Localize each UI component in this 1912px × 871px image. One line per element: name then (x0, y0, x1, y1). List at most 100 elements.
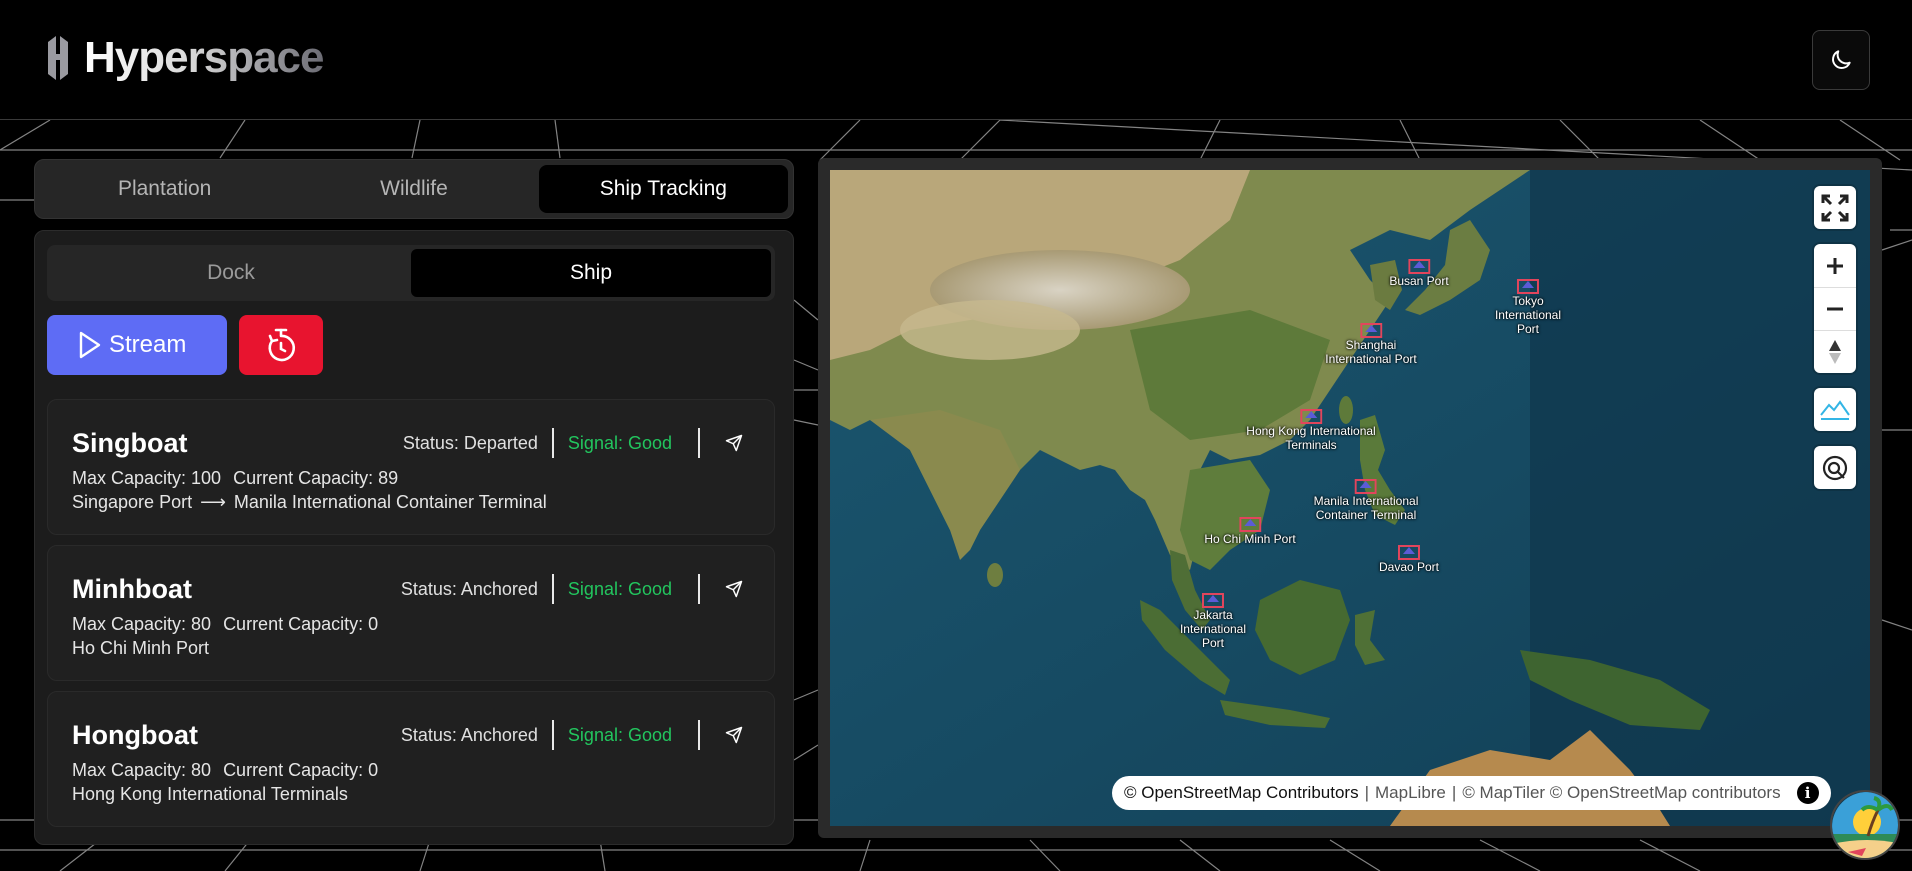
max-capacity: Max Capacity: 100 (72, 468, 222, 488)
tab-ship[interactable]: Ship (411, 249, 771, 297)
maplibre-link[interactable]: MapLibre (1375, 783, 1446, 803)
attribution-separator: | (1364, 783, 1370, 802)
zoom-out-button[interactable] (1814, 287, 1856, 330)
ship-route: Ho Chi Minh Port (72, 638, 209, 659)
ship-status: Status: Anchored (400, 724, 538, 745)
tab-wildlife[interactable]: Wildlife (289, 165, 538, 213)
zoom-out-icon (1827, 307, 1843, 311)
map-marker-tokyo[interactable]: Tokyo International Port (1495, 276, 1561, 336)
route-origin: Hong Kong International Terminals (72, 784, 348, 804)
terrain-control (1814, 388, 1856, 431)
port-icon (1239, 517, 1261, 532)
ship-name: Minhboat (72, 574, 192, 604)
assistant-avatar[interactable] (1830, 790, 1900, 860)
map-marker-davao[interactable]: Davao Port (1379, 542, 1439, 574)
current-capacity: Current Capacity: 0 (223, 760, 379, 780)
ship-capacity: Max Capacity: 80 Current Capacity: 0 (72, 614, 378, 635)
osm-attribution-link[interactable]: © OpenStreetMap Contributors (1124, 783, 1359, 803)
divider (698, 720, 700, 750)
port-label: Shanghai International Port (1325, 338, 1417, 366)
zoom-in-icon (1827, 257, 1843, 274)
app-logo[interactable]: Hyperspace (44, 32, 324, 84)
ship-status: Status: Anchored (400, 578, 538, 599)
route-arrow-icon: ⟶ (200, 492, 226, 512)
play-icon (79, 331, 101, 359)
ship-name: Singboat (72, 428, 188, 458)
port-icon (1201, 593, 1224, 608)
globe-control (1814, 446, 1856, 489)
port-icon (1398, 545, 1420, 560)
globe-icon (1822, 455, 1848, 480)
attribution-separator: | (1451, 783, 1457, 802)
zoom-controls (1814, 244, 1856, 373)
send-icon[interactable] (724, 579, 744, 599)
map-marker-busan[interactable]: Busan Port (1389, 256, 1449, 288)
maptiler-link[interactable]: © MapTiler © OpenStreetMap contributors (1462, 783, 1780, 803)
terrain-icon (1820, 399, 1850, 420)
ship-signal: Signal: Good (567, 432, 672, 453)
port-label: Hong Kong International Terminals (1246, 424, 1376, 452)
info-icon[interactable]: i (1796, 782, 1819, 804)
send-icon[interactable] (724, 725, 744, 745)
ship-route: Hong Kong International Terminals (72, 784, 348, 805)
sub-tabs: Dock Ship (47, 245, 775, 301)
map-marker-shanghai[interactable]: Shanghai International Port (1325, 320, 1417, 366)
map-view[interactable]: Busan Port Tokyo International Port Shan… (830, 170, 1870, 826)
ship-signal: Signal: Good (567, 578, 672, 599)
app-name: Hyperspace (84, 33, 324, 82)
ship-signal: Signal: Good (567, 724, 672, 745)
ship-status-row: Status: Anchored Signal: Good (401, 574, 744, 604)
port-label: Manila International Container Terminal (1313, 494, 1419, 522)
ship-card[interactable]: Minhboat Status: Anchored Signal: Good M… (47, 545, 775, 681)
moon-icon (1832, 50, 1851, 69)
port-label: Davao Port (1378, 560, 1440, 574)
stream-button-label: Stream (109, 331, 187, 358)
ship-status-row: Status: Departed Signal: Good (403, 428, 744, 458)
compass-button[interactable] (1814, 330, 1856, 373)
zoom-in-button[interactable] (1814, 244, 1856, 287)
map-marker-jakarta[interactable]: Jakarta International Port (1180, 590, 1246, 650)
compass-icon (1829, 340, 1841, 364)
current-capacity: Current Capacity: 0 (223, 614, 379, 634)
tab-dock[interactable]: Dock (51, 249, 411, 297)
ship-status: Status: Departed (402, 432, 538, 453)
fullscreen-icon (1821, 194, 1849, 221)
port-icon (1359, 323, 1382, 338)
stream-button[interactable]: Stream (47, 315, 227, 375)
map-frame: Busan Port Tokyo International Port Shan… (818, 158, 1882, 838)
port-icon (1408, 259, 1430, 274)
port-icon (1354, 479, 1377, 494)
fullscreen-button[interactable] (1814, 186, 1856, 229)
tab-plantation[interactable]: Plantation (40, 165, 289, 213)
terrain-button[interactable] (1814, 388, 1856, 431)
route-origin: Singapore Port (72, 492, 193, 512)
theme-toggle-button[interactable] (1812, 30, 1870, 90)
map-attribution: © OpenStreetMap Contributors | MapLibre … (1112, 776, 1831, 810)
ship-panel: Dock Ship Stream Singboat Status: Depart… (34, 230, 794, 845)
ship-name: Hongboat (72, 720, 198, 750)
port-icon (1516, 279, 1539, 294)
ship-card[interactable]: Singboat Status: Departed Signal: Good M… (47, 399, 775, 535)
hyperspace-logo-icon (48, 36, 68, 80)
port-label: Ho Chi Minh Port (1204, 532, 1296, 546)
port-icon (1300, 409, 1322, 424)
ship-route: Singapore Port ⟶ Manila International Co… (72, 492, 547, 513)
ship-card[interactable]: Hongboat Status: Anchored Signal: Good M… (47, 691, 775, 827)
ship-capacity: Max Capacity: 100 Current Capacity: 89 (72, 468, 398, 489)
globe-button[interactable] (1814, 446, 1856, 489)
map-marker-hong-kong[interactable]: Hong Kong International Terminals (1246, 406, 1376, 452)
fullscreen-control (1814, 186, 1856, 229)
send-icon[interactable] (724, 433, 744, 453)
map-marker-manila[interactable]: Manila International Container Terminal (1313, 476, 1419, 522)
map-marker-ho-chi-minh[interactable]: Ho Chi Minh Port (1204, 514, 1296, 546)
port-label: Busan Port (1389, 274, 1449, 288)
divider (698, 428, 700, 458)
timer-icon (268, 328, 296, 362)
app-header: Hyperspace (0, 0, 1912, 120)
history-button[interactable] (239, 315, 323, 375)
route-origin: Ho Chi Minh Port (72, 638, 210, 658)
current-capacity: Current Capacity: 89 (233, 468, 399, 488)
max-capacity: Max Capacity: 80 (72, 614, 212, 634)
tab-ship-tracking[interactable]: Ship Tracking (538, 165, 788, 213)
main-tabs: Plantation Wildlife Ship Tracking (34, 159, 794, 219)
